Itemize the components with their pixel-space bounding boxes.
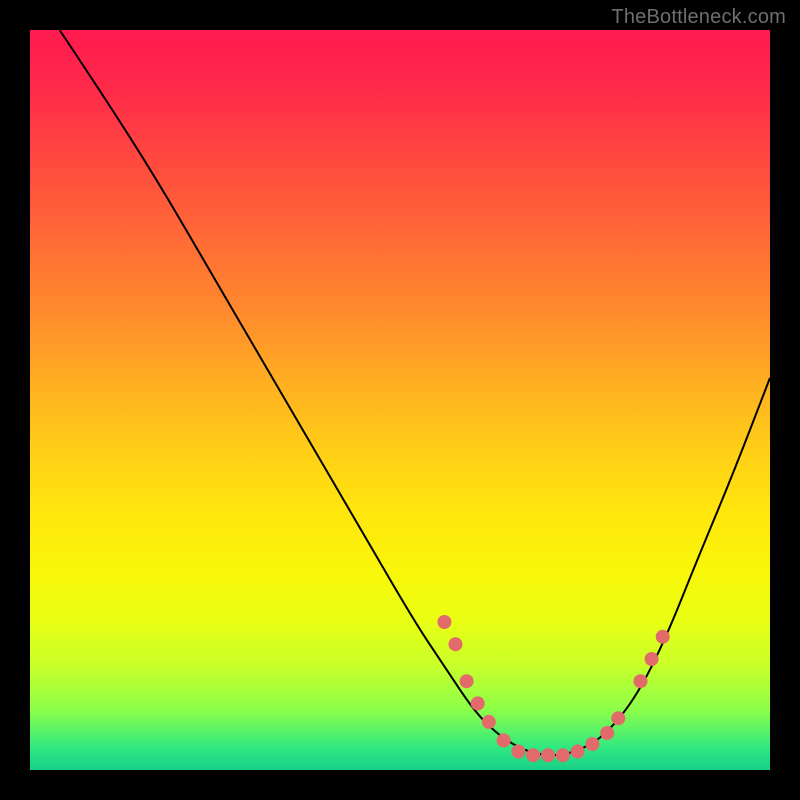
highlight-dot [634, 674, 648, 688]
highlight-dot [656, 630, 670, 644]
plot-area [30, 30, 770, 770]
highlight-dot [482, 715, 496, 729]
highlight-dot [449, 637, 463, 651]
highlight-dot [556, 748, 570, 762]
bottleneck-curve [60, 30, 770, 755]
highlight-dot [437, 615, 451, 629]
chart-svg [30, 30, 770, 770]
highlight-dot [645, 652, 659, 666]
highlight-dot [571, 745, 585, 759]
highlight-dot [526, 748, 540, 762]
dots-layer [437, 615, 669, 762]
highlight-dot [511, 745, 525, 759]
watermark-text: TheBottleneck.com [611, 6, 786, 29]
highlight-dot [585, 737, 599, 751]
highlight-dot [611, 711, 625, 725]
highlight-dot [460, 674, 474, 688]
highlight-dot [497, 733, 511, 747]
highlight-dot [600, 726, 614, 740]
highlight-dot [471, 696, 485, 710]
highlight-dot [541, 748, 555, 762]
curve-layer [60, 30, 770, 755]
chart-frame: TheBottleneck.com [0, 0, 800, 800]
